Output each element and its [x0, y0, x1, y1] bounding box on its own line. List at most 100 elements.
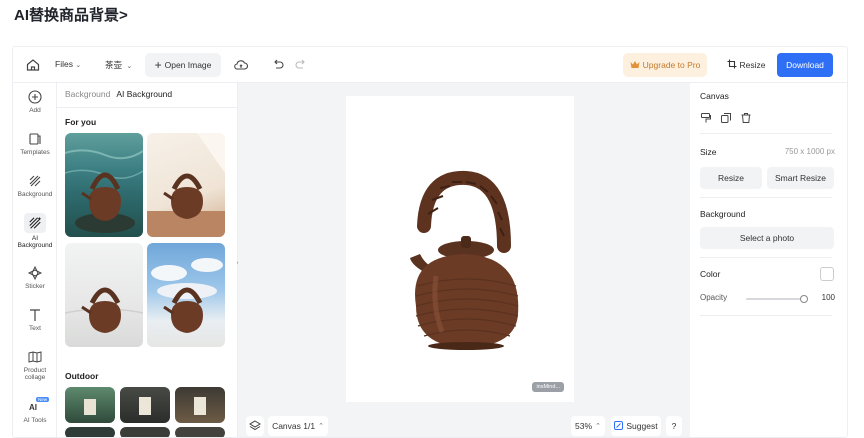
properties-panel: Canvas Size 750 x 1000 px Resize Smart R… [690, 83, 847, 437]
resize-label: Resize [739, 60, 766, 70]
color-label: Color [700, 269, 721, 279]
help-button[interactable]: ? [666, 416, 682, 436]
rail-label: Product collage [23, 367, 47, 382]
canvas-workspace: insMind... Canvas 1/1 ⌃ 53% ⌃ Suggest ? [238, 83, 690, 437]
open-image-button[interactable]: + Open Image [145, 53, 221, 77]
select-photo-button[interactable]: Select a photo [700, 227, 834, 249]
section-outdoor: Outdoor [65, 371, 99, 381]
opacity-slider-handle[interactable] [800, 295, 808, 303]
background-thumbnail[interactable] [175, 427, 225, 437]
background-thumbnail[interactable] [65, 427, 115, 437]
rail-item-templates[interactable]: Templates [16, 131, 54, 156]
rail-item-ai-background[interactable]: AI Background [16, 213, 54, 250]
suggest-icon [614, 420, 624, 432]
sticker-icon [27, 265, 43, 281]
home-icon[interactable] [25, 57, 41, 73]
download-button[interactable]: Download [777, 53, 833, 77]
zoom-value: 53% [575, 421, 593, 431]
resize-canvas-button[interactable]: Resize [700, 167, 762, 189]
canvas-page-selector[interactable]: Canvas 1/1 ⌃ [268, 416, 328, 436]
templates-icon [29, 133, 41, 145]
background-label: Background [700, 209, 746, 219]
open-image-label: Open Image [164, 60, 212, 70]
chevron-down-icon: ⌄ [75, 62, 82, 69]
size-value: 750 x 1000 px [784, 147, 835, 156]
files-menu[interactable]: Files ⌄ [55, 59, 81, 69]
rail-label: Add [29, 107, 41, 114]
product-collage-icon [28, 351, 42, 363]
zoom-selector[interactable]: 53% ⌃ [571, 416, 605, 436]
canvas-label: Canvas 1/1 [272, 421, 316, 431]
layers-icon[interactable] [246, 416, 264, 436]
color-swatch[interactable] [820, 267, 834, 281]
crop-icon [727, 59, 737, 71]
divider [700, 257, 832, 258]
suggest-button[interactable]: Suggest [611, 416, 661, 436]
teapot-image [410, 170, 519, 350]
panel-tabs: Background AI Background [65, 89, 172, 99]
duplicate-icon[interactable] [720, 111, 732, 129]
divider [700, 133, 832, 134]
divider [700, 315, 832, 316]
smart-resize-button[interactable]: Smart Resize [767, 167, 834, 189]
upgrade-button[interactable]: Upgrade to Pro [623, 53, 707, 77]
background-thumbnail[interactable] [120, 387, 170, 423]
top-toolbar: Files ⌄ 茶壶 ⌄ + Open Image Upgrade to Pro … [13, 47, 847, 83]
add-icon [28, 90, 42, 104]
background-thumbnail[interactable] [65, 243, 143, 347]
ai-tools-icon: AI [29, 403, 37, 412]
tool-rail: Add Templates Background AI Background S… [13, 83, 57, 437]
rail-item-sticker[interactable]: Sticker [16, 265, 54, 290]
divider [700, 197, 832, 198]
crown-icon [630, 60, 640, 71]
ai-background-icon [29, 216, 42, 229]
canvas[interactable]: insMind... [346, 96, 574, 402]
canvas-title: Canvas [700, 91, 729, 101]
section-for-you: For you [65, 117, 97, 127]
redo-icon[interactable] [294, 57, 308, 73]
chevron-updown-icon: ⌃ [318, 423, 324, 430]
files-label: Files [55, 59, 73, 69]
rail-label: Text [29, 325, 41, 332]
background-thumbnail[interactable] [147, 243, 225, 347]
suggest-label: Suggest [626, 421, 658, 431]
resize-button[interactable]: Resize [723, 53, 769, 77]
ai-background-panel: Background AI Background For you Outdoor [57, 83, 238, 437]
paint-format-icon[interactable] [700, 111, 712, 129]
divider [57, 107, 237, 108]
new-badge: New [36, 397, 50, 403]
rail-item-ai-tools[interactable]: AI New AI Tools [16, 397, 54, 424]
tab-background[interactable]: Background [65, 89, 110, 99]
background-thumbnail[interactable] [147, 133, 225, 237]
rail-label: Templates [20, 149, 50, 156]
project-name-menu[interactable]: 茶壶 ⌄ [105, 59, 132, 71]
delete-icon[interactable] [740, 111, 752, 129]
rail-item-text[interactable]: Text [16, 307, 54, 332]
plus-icon: + [154, 58, 162, 72]
rail-label: AI Tools [23, 417, 47, 424]
text-icon [30, 309, 40, 321]
watermark-badge: insMind... [532, 382, 564, 392]
chevron-up-icon: ⌃ [595, 423, 601, 430]
undo-icon[interactable] [271, 57, 285, 73]
background-thumbnail[interactable] [65, 387, 115, 423]
chevron-down-icon: ⌄ [124, 63, 133, 70]
background-thumbnail[interactable] [175, 387, 225, 423]
rail-label: Background [17, 191, 53, 198]
background-icon [29, 175, 41, 187]
opacity-label: Opacity [700, 293, 728, 302]
tab-ai-background[interactable]: AI Background [116, 89, 172, 99]
project-label: 茶壶 [105, 60, 123, 70]
rail-item-background[interactable]: Background [16, 173, 54, 198]
background-thumbnail[interactable] [120, 427, 170, 437]
background-thumbnail[interactable] [65, 133, 143, 237]
cloud-sync-icon[interactable] [233, 57, 249, 75]
size-label: Size [700, 147, 717, 157]
opacity-slider-track[interactable] [746, 298, 804, 300]
page-title: AI替换商品背景> [14, 7, 128, 24]
rail-item-add[interactable]: Add [16, 89, 54, 114]
rail-item-product-collage[interactable]: Product collage [16, 349, 54, 382]
editor-window: Files ⌄ 茶壶 ⌄ + Open Image Upgrade to Pro … [12, 46, 848, 438]
opacity-value: 100 [821, 293, 835, 302]
rail-label: Sticker [25, 283, 45, 290]
